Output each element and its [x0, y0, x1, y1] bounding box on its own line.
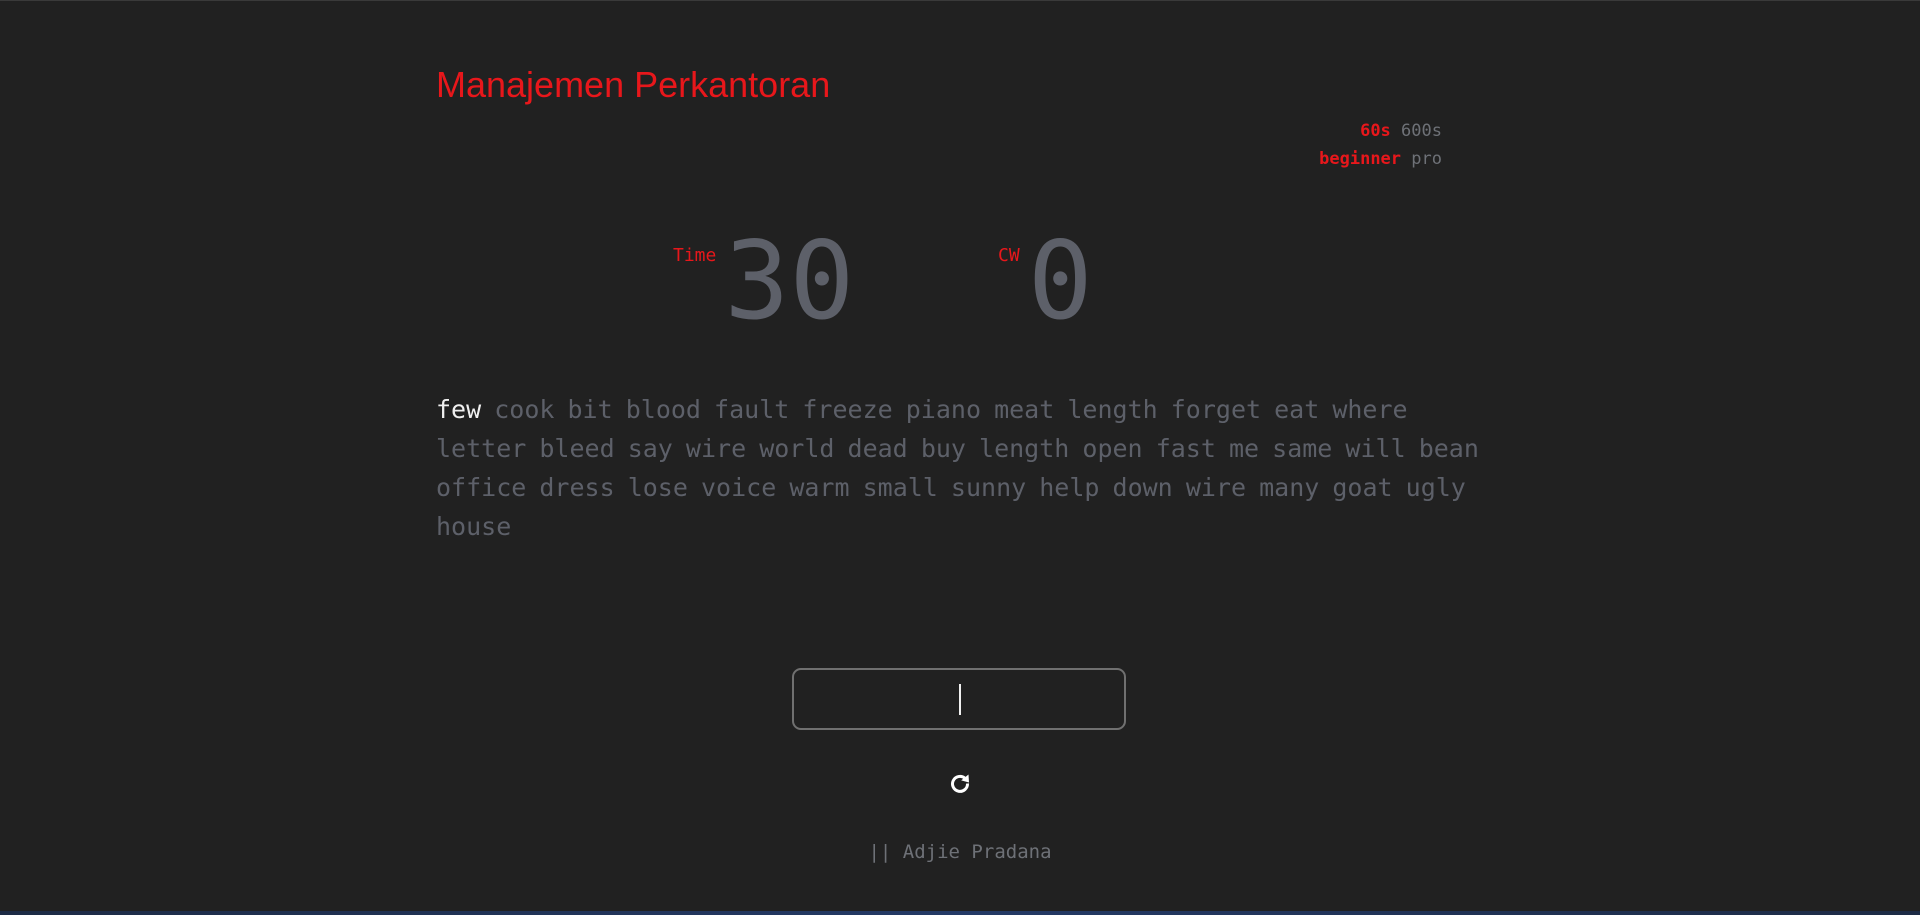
word: office	[436, 473, 527, 502]
word: length	[979, 434, 1070, 463]
word: lose	[627, 473, 688, 502]
word: wire	[685, 434, 747, 463]
correct-words-label: CW	[998, 245, 1020, 266]
word: help	[1039, 473, 1100, 502]
timer-value: 30	[724, 219, 855, 344]
word: bit	[567, 395, 613, 424]
word: length	[1067, 395, 1158, 424]
text-caret	[959, 684, 961, 715]
word: ugly	[1405, 473, 1466, 502]
word: open	[1082, 434, 1143, 463]
duration-option-600s[interactable]: 600s	[1401, 121, 1442, 141]
word: say	[627, 434, 673, 463]
word: voice	[700, 473, 777, 502]
correct-words-value: 0	[1027, 219, 1093, 344]
top-border	[0, 0, 1920, 1]
typing-box[interactable]	[792, 668, 1126, 730]
word: sunny	[950, 473, 1027, 502]
current-word: few	[436, 395, 482, 424]
test-options: 60s 600s beginner pro	[1319, 117, 1442, 173]
word: bleed	[539, 434, 615, 463]
word: buy	[920, 434, 966, 463]
word: down	[1112, 473, 1173, 502]
refresh-button[interactable]	[948, 772, 972, 796]
word: cook	[494, 395, 555, 424]
word: blood	[625, 395, 701, 424]
word: goat	[1332, 473, 1393, 502]
level-options: beginner pro	[1319, 145, 1442, 173]
bottom-border	[0, 911, 1920, 915]
word: wire	[1185, 473, 1247, 502]
duration-options: 60s 600s	[1319, 117, 1442, 145]
word: small	[862, 473, 938, 502]
word: dress	[539, 473, 615, 502]
word: will	[1345, 434, 1406, 463]
word: letter	[436, 434, 527, 463]
word-list: few cook bit blood fault freeze piano me…	[436, 390, 1496, 546]
timer-stat: Time 30	[673, 222, 854, 342]
word: forget	[1170, 395, 1262, 424]
word: fast	[1155, 434, 1216, 463]
word: fault	[714, 395, 790, 424]
level-option-pro[interactable]: pro	[1411, 149, 1442, 169]
word: many	[1259, 473, 1320, 502]
correct-words-stat: CW 0	[998, 222, 1093, 342]
word: me	[1228, 434, 1260, 463]
page-title: Manajemen Perkantoran	[436, 64, 831, 105]
word: dead	[847, 434, 908, 463]
timer-label: Time	[673, 245, 717, 266]
footer-credit: || Adjie Pradana	[868, 841, 1052, 863]
word: where	[1332, 395, 1408, 424]
word: same	[1272, 434, 1333, 463]
word: warm	[789, 473, 850, 502]
word: freeze	[802, 395, 893, 424]
word: eat	[1274, 395, 1320, 424]
word: meat	[994, 395, 1055, 424]
level-option-beginner[interactable]: beginner	[1319, 149, 1401, 169]
word: bean	[1418, 434, 1479, 463]
word: world	[759, 434, 835, 463]
word: house	[436, 512, 512, 541]
duration-option-60s[interactable]: 60s	[1360, 121, 1391, 141]
word: piano	[905, 395, 982, 424]
refresh-icon	[951, 774, 970, 793]
